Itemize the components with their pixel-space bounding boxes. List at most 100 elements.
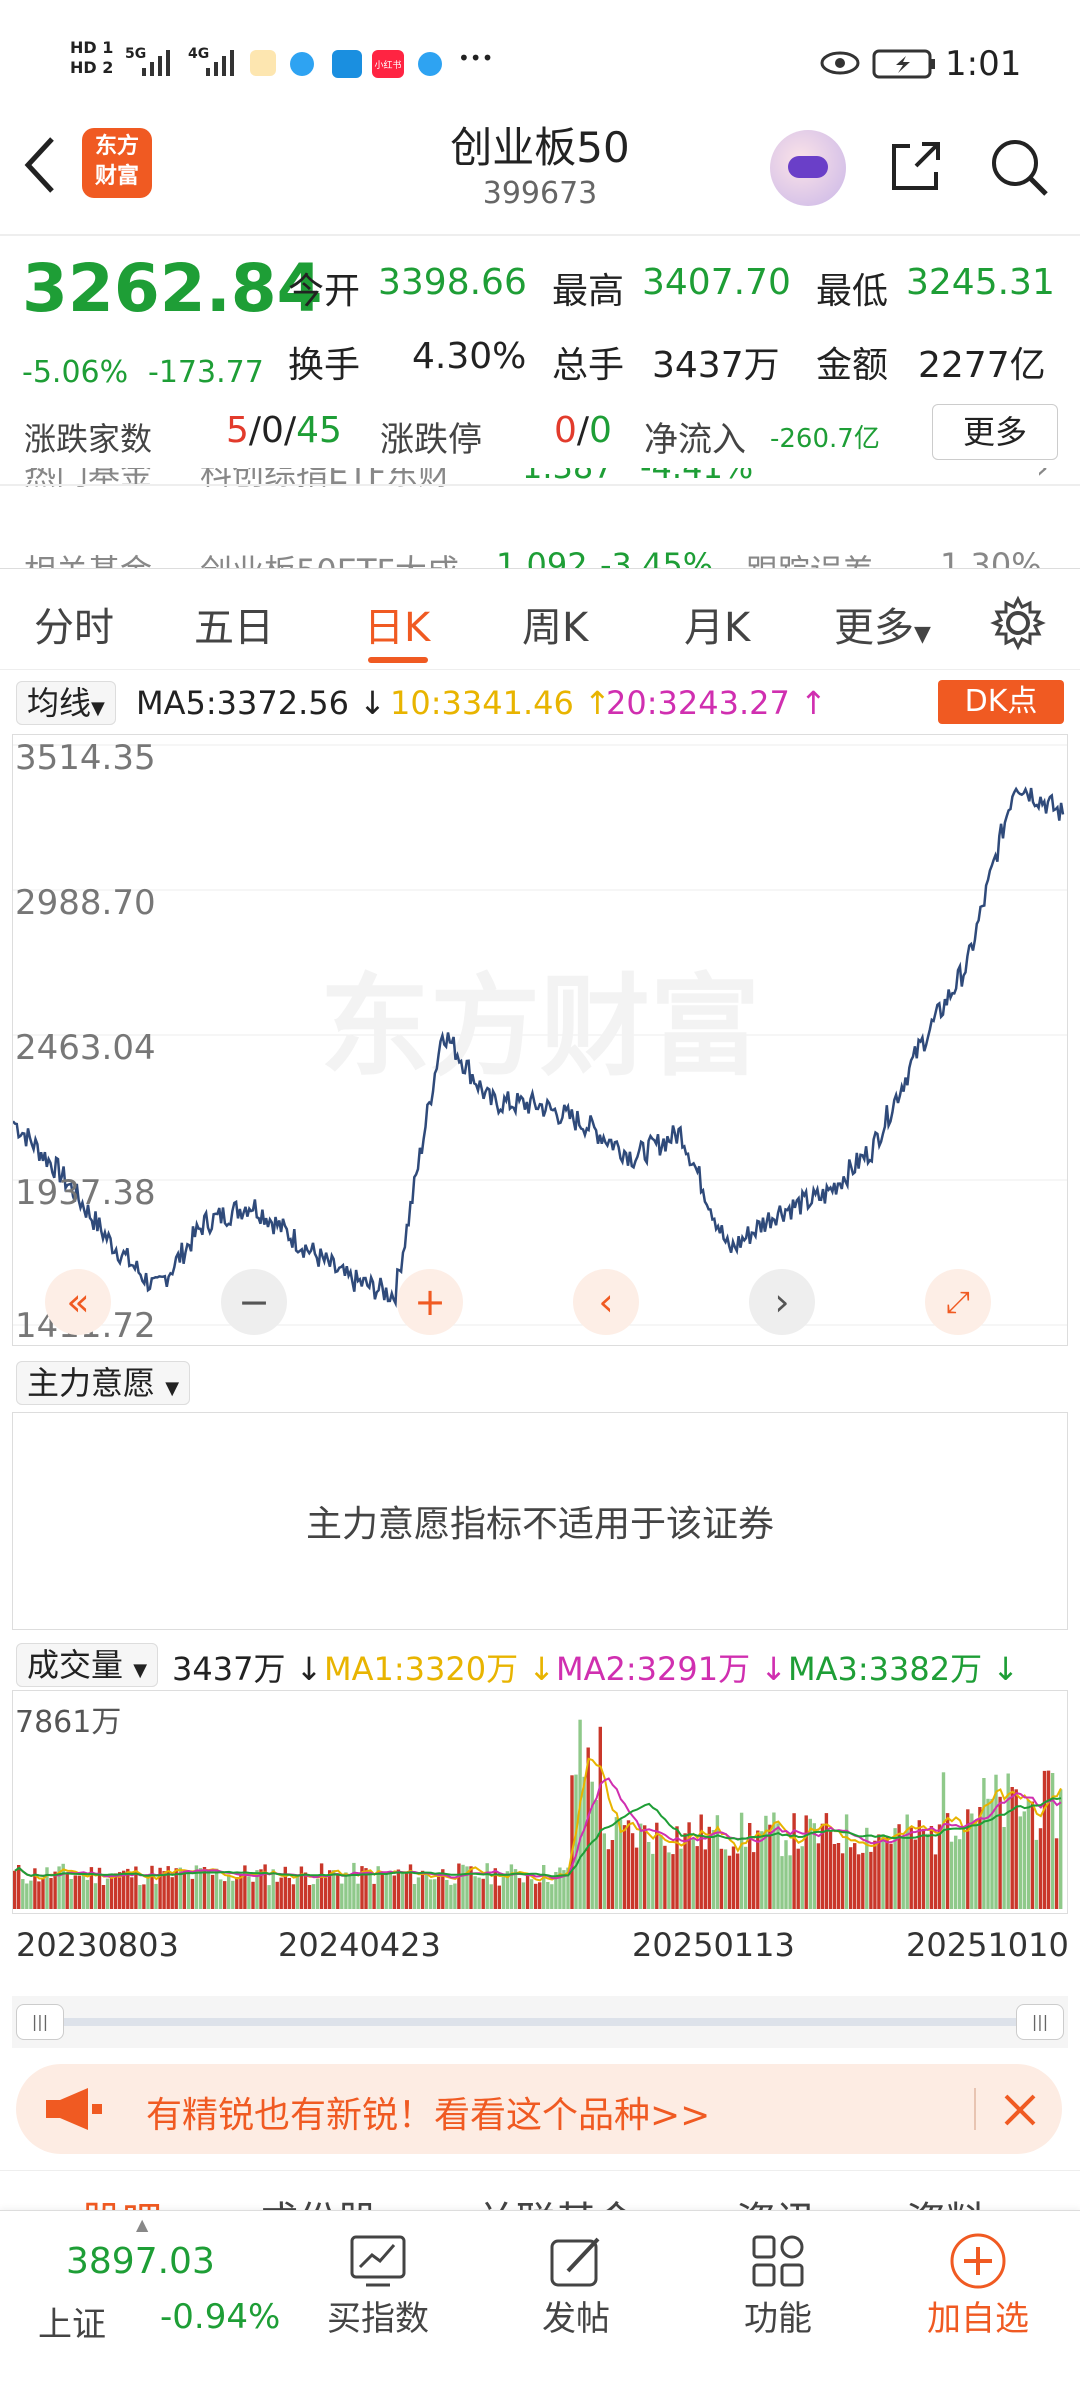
tab-news[interactable]: 资讯: [736, 2189, 816, 2211]
volume-value: 3437万: [652, 345, 780, 386]
volume-bar: [849, 1847, 853, 1909]
header-divider: [0, 234, 1080, 236]
tab-guba[interactable]: 股吧: [82, 2189, 162, 2211]
volume-bar: [29, 1880, 33, 1909]
volume-bar: [352, 1862, 356, 1909]
close-icon[interactable]: [1000, 2090, 1040, 2130]
volume-bar: [695, 1846, 699, 1909]
ma-selector-label[interactable]: 均线▼: [16, 681, 116, 725]
volume-bar: [109, 1875, 114, 1909]
breadth-flat: 0: [261, 410, 284, 451]
tab-monthly-k[interactable]: 月K: [684, 595, 750, 653]
tab-five-day[interactable]: 五日: [194, 595, 274, 653]
volume-bar: [925, 1833, 930, 1909]
date-tick-1: 20230803: [16, 1926, 179, 1964]
grid-function-icon: [752, 2235, 804, 2287]
indicator-selector[interactable]: 主力意愿 ▼: [16, 1358, 191, 1405]
ma10-value: 10:3341.46 ↑: [390, 684, 611, 722]
volume-bar: [85, 1879, 90, 1909]
netflow-value: -260.7亿: [770, 424, 880, 454]
price-chart[interactable]: 东方财富 3514.352988.702463.041937.381411.72…: [12, 734, 1068, 1346]
volume-chart[interactable]: 7861万: [12, 1690, 1068, 1914]
low-label: 最低: [816, 271, 889, 312]
volume-selector-label[interactable]: 成交量 ▼: [16, 1643, 159, 1687]
ma5-value: MA5:3372.56 ↓: [136, 684, 386, 722]
dk-point-button[interactable]: DK点: [938, 680, 1064, 724]
hot-fund-name[interactable]: 科创综指ETF东财: [200, 468, 450, 494]
volume-bar: [356, 1883, 360, 1909]
breadth-up: 5: [226, 410, 249, 451]
nav-buy-index[interactable]: 买指数: [318, 2231, 438, 2340]
tab-more[interactable]: 更多▼: [834, 595, 931, 653]
volume-bar: [804, 1815, 808, 1909]
nav-function-label: 功能: [744, 2299, 812, 2339]
volume-bar: [340, 1883, 344, 1909]
volume-bar: [659, 1835, 663, 1909]
scroll-right-icon[interactable]: ›: [749, 1269, 815, 1335]
volume-bar: [606, 1849, 611, 1909]
more-button[interactable]: 更多: [932, 404, 1058, 460]
volume-bar: [348, 1875, 352, 1909]
volume-bar: [114, 1873, 118, 1909]
fullscreen-icon[interactable]: ⤢: [925, 1269, 991, 1335]
volume-bar: [820, 1823, 825, 1909]
volume-bar: [881, 1834, 885, 1909]
zoom-out-icon[interactable]: −: [221, 1269, 287, 1335]
sh-index-value[interactable]: 3897.03: [66, 2241, 215, 2282]
volume-bar: [760, 1831, 764, 1909]
volume-bar: [529, 1879, 534, 1909]
tab-intraday[interactable]: 分时: [34, 595, 114, 653]
sh-index-name[interactable]: 上证: [38, 2297, 106, 2346]
tab-more-label: 更多: [834, 605, 914, 651]
volume-bar: [1026, 1799, 1031, 1909]
volume-bar: [154, 1883, 158, 1909]
sh-index-change[interactable]: -0.94%: [160, 2297, 280, 2337]
indicator-selector-label[interactable]: 主力意愿 ▼: [16, 1361, 191, 1405]
volume-bar: [542, 1865, 546, 1909]
nav-function[interactable]: 功能: [718, 2231, 838, 2340]
tab-profile[interactable]: 资料: [906, 2189, 986, 2211]
robot-assistant-icon[interactable]: [770, 130, 846, 206]
tab-constituents[interactable]: 成份股: [258, 2189, 378, 2211]
nav-post[interactable]: 发帖: [516, 2231, 636, 2340]
volume-bar: [73, 1875, 77, 1909]
range-handle-left[interactable]: |||: [16, 2004, 64, 2040]
volume-bar: [182, 1871, 186, 1909]
related-fund-name[interactable]: 创业板50ETF大成: [200, 546, 459, 568]
current-price: 3262.84: [22, 250, 323, 327]
volume-selector[interactable]: 成交量 ▼: [16, 1640, 159, 1687]
scroll-left-icon[interactable]: ‹: [573, 1269, 639, 1335]
watermark: 东方财富: [320, 963, 760, 1091]
promo-text[interactable]: 有精锐也有新锐！看看这个品种>>: [146, 2086, 710, 2138]
volume-bar: [461, 1864, 465, 1909]
search-icon[interactable]: [988, 136, 1052, 200]
range-handle-right[interactable]: |||: [1016, 2004, 1064, 2040]
volume-bar: [639, 1823, 643, 1909]
ma-selector[interactable]: 均线▼: [16, 678, 116, 725]
range-slider[interactable]: ||| |||: [12, 1996, 1068, 2048]
volume-bar: [840, 1853, 845, 1909]
breadth-down: 45: [296, 410, 342, 451]
blue-app-icon: [290, 52, 314, 76]
settings-gear-icon[interactable]: [990, 595, 1046, 651]
promo-banner[interactable]: 有精锐也有新锐！看看这个品种>>: [16, 2064, 1062, 2154]
section-tabs-peek: 股吧 成份股 关联基金 资讯 资料: [0, 2170, 1080, 2211]
zoom-in-icon[interactable]: +: [397, 1269, 463, 1335]
volume-bar: [77, 1875, 81, 1909]
nav-add-watchlist[interactable]: 加自选: [918, 2231, 1038, 2340]
netflow-label: 净流入: [644, 420, 746, 460]
volume-bar: [954, 1835, 958, 1909]
volume-selector-text: 成交量: [27, 1646, 124, 1684]
volume-bar: [287, 1878, 291, 1909]
tab-weekly-k[interactable]: 周K: [522, 595, 588, 653]
volume-chart-svg: [13, 1719, 1063, 1909]
share-icon[interactable]: [886, 136, 946, 196]
scroll-left-fast-icon[interactable]: «: [45, 1269, 111, 1335]
ma-selector-text: 均线: [27, 684, 92, 722]
tab-related-funds[interactable]: 关联基金: [476, 2189, 636, 2211]
indicator-panel: 主力意愿指标不适用于该证券: [12, 1412, 1068, 1630]
tab-daily-k[interactable]: 日K: [364, 595, 430, 653]
volume-bar: [368, 1871, 372, 1909]
volume-bar: [299, 1866, 304, 1909]
amount-label: 金额: [816, 345, 889, 386]
